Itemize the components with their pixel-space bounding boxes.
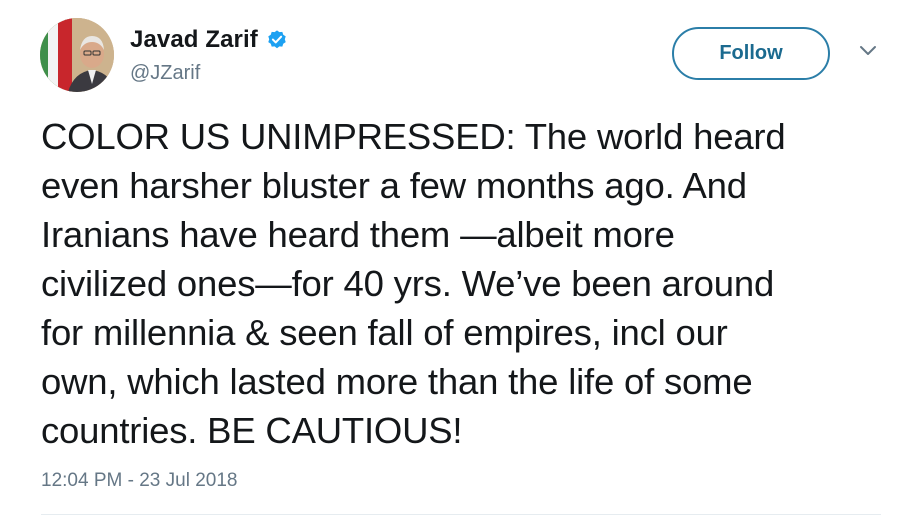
tweet-card: Javad Zarif @JZarif Follow COLOR US UNIM… xyxy=(0,0,909,517)
avatar[interactable] xyxy=(40,18,114,92)
tweet-text: COLOR US UNIMPRESSED: The world heard ev… xyxy=(41,116,786,451)
display-name[interactable]: Javad Zarif xyxy=(130,26,258,54)
profile-photo xyxy=(40,18,114,92)
divider xyxy=(41,514,881,515)
author-name-row: Javad Zarif xyxy=(130,24,288,56)
follow-button[interactable]: Follow xyxy=(672,27,830,80)
verified-badge-icon xyxy=(266,29,288,51)
screen-name[interactable]: @JZarif xyxy=(130,62,200,85)
chevron-down-icon[interactable] xyxy=(858,44,878,58)
tweet-timestamp[interactable]: 12:04 PM - 23 Jul 2018 xyxy=(41,470,237,492)
